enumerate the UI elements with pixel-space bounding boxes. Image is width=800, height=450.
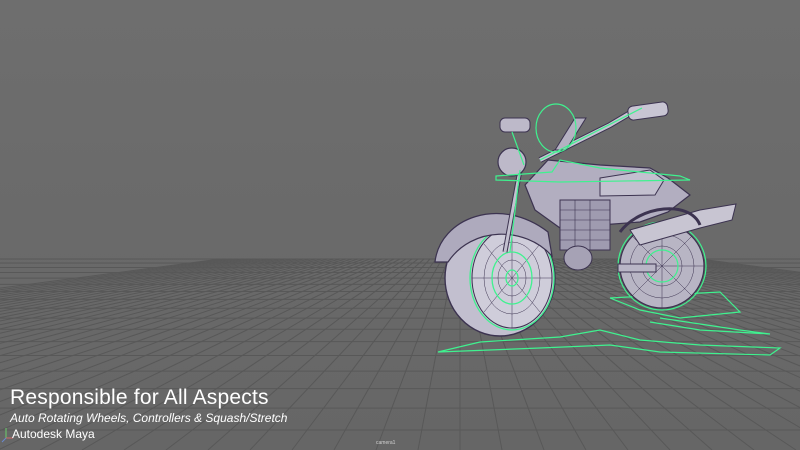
maya-viewport[interactable]: Responsible for All Aspects Auto Rotatin…	[0, 0, 800, 450]
software-label: Autodesk Maya	[12, 427, 95, 441]
viewport-scene[interactable]	[0, 0, 800, 450]
grid-line	[291, 258, 437, 450]
grid-line	[333, 258, 443, 450]
grid-line	[375, 258, 449, 450]
camera-label: camera1	[376, 440, 396, 446]
page-subtitle: Auto Rotating Wheels, Controllers & Squa…	[10, 411, 288, 425]
page-title: Responsible for All Aspects	[10, 386, 269, 409]
